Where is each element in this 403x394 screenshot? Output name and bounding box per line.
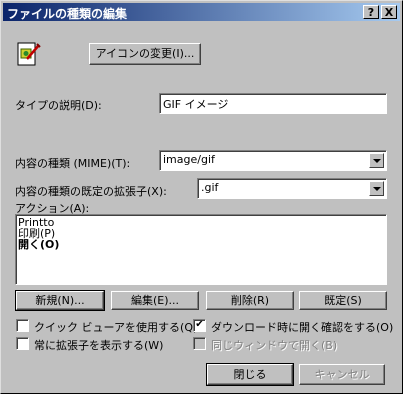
mime-select[interactable]: image/gif bbox=[159, 150, 387, 171]
same-window-label: 同じウィンドウで開く(B) bbox=[211, 339, 338, 352]
remove-action-button[interactable]: 削除(R) bbox=[206, 291, 294, 310]
confirm-open-label[interactable]: ダウンロード時に開く確認をする(O) bbox=[211, 319, 393, 335]
list-item-default[interactable]: 開く(O) bbox=[18, 239, 384, 250]
edit-file-type-dialog: ファイルの種類の編集 ? X アイコンの変更(I)... タイプの説明(D): … bbox=[0, 0, 403, 394]
cancel-button: キャンセル bbox=[299, 364, 385, 385]
mime-label: 内容の種類 (MIME)(T): bbox=[15, 157, 131, 170]
same-window-checkbox bbox=[193, 337, 206, 350]
close-window-button[interactable]: X bbox=[381, 5, 397, 19]
help-button[interactable]: ? bbox=[363, 5, 379, 19]
close-button[interactable]: 閉じる bbox=[206, 363, 294, 386]
change-icon-button[interactable]: アイコンの変更(I)... bbox=[89, 43, 201, 65]
actions-list[interactable]: Printto 印刷(P) 開く(O) bbox=[15, 214, 387, 285]
mime-dropdown-arrow-icon[interactable] bbox=[369, 153, 384, 168]
description-input[interactable]: GIF イメージ bbox=[159, 93, 387, 114]
show-extension-checkbox[interactable] bbox=[16, 337, 29, 350]
extension-select[interactable]: .gif bbox=[197, 178, 387, 199]
extension-dropdown-arrow-icon[interactable] bbox=[369, 181, 384, 196]
gif-file-icon bbox=[17, 42, 41, 66]
list-item[interactable]: 印刷(P) bbox=[18, 228, 384, 239]
extension-label: 内容の種類の既定の拡張子(X): bbox=[15, 185, 167, 198]
quick-view-checkbox[interactable] bbox=[16, 319, 29, 332]
new-action-button[interactable]: 新規(N)... bbox=[15, 290, 105, 311]
description-label: タイプの説明(D): bbox=[15, 99, 102, 112]
list-item[interactable]: Printto bbox=[18, 217, 384, 228]
quick-view-label[interactable]: クイック ビューアを使用する(Q) bbox=[34, 319, 197, 335]
dialog-title: ファイルの種類の編集 bbox=[7, 7, 128, 21]
show-extension-label[interactable]: 常に拡張子を表示する(W) bbox=[34, 337, 163, 353]
edit-action-button[interactable]: 編集(E)... bbox=[111, 291, 199, 310]
set-default-button[interactable]: 既定(S) bbox=[299, 291, 387, 310]
confirm-open-checkbox[interactable]: ✔ bbox=[193, 319, 206, 332]
title-bar[interactable]: ファイルの種類の編集 ? X bbox=[3, 3, 400, 21]
